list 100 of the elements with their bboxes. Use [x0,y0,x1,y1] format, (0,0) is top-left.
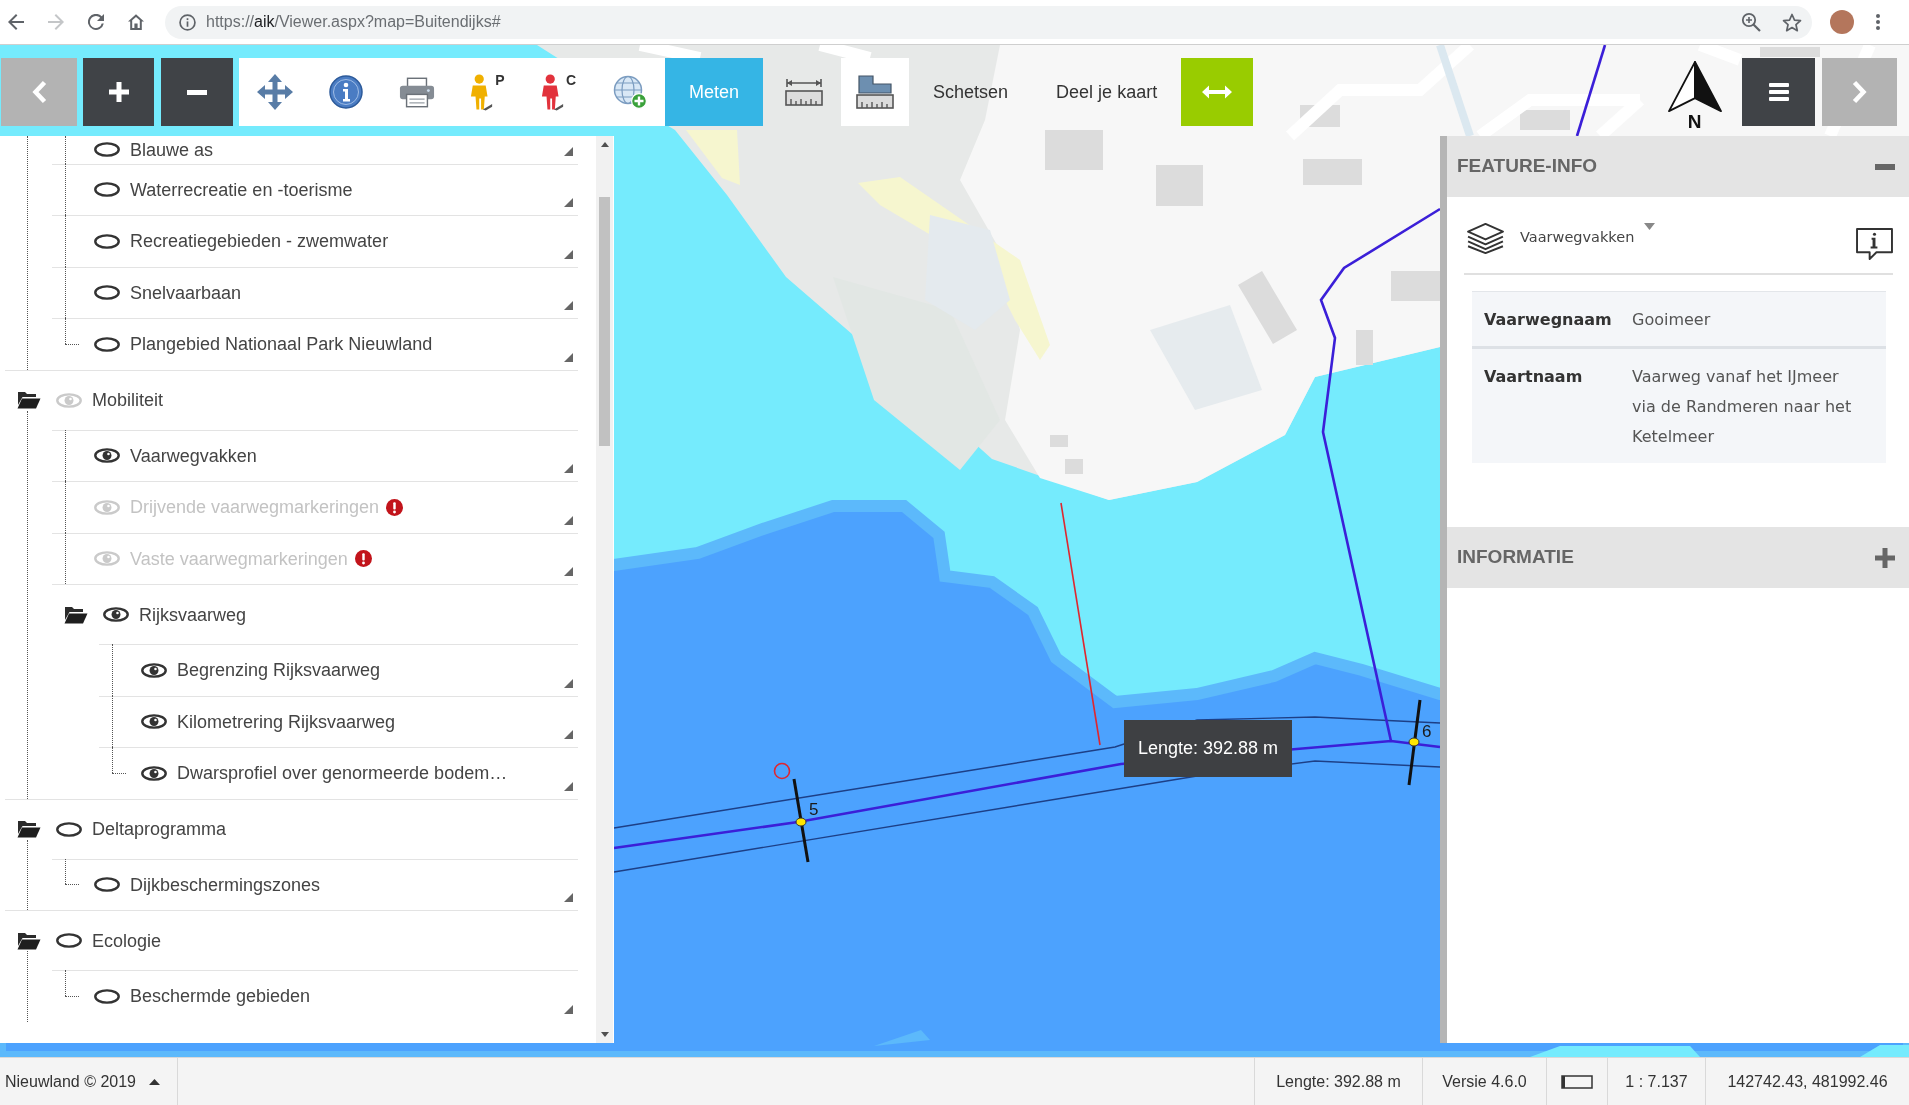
group-label[interactable]: Rijksvaarweg [139,603,247,626]
scrollbar-thumb[interactable] [599,197,610,446]
info-icon[interactable] [328,75,363,109]
panel-header[interactable]: INFORMATIE [1447,527,1909,588]
move-arrows-icon[interactable] [256,74,293,110]
building [1303,159,1362,185]
eye-icon[interactable] [141,765,167,781]
pan-tool-button[interactable] [239,58,310,126]
eye-icon[interactable] [56,933,82,948]
collapse-icon[interactable] [1875,163,1895,170]
eye-icon[interactable] [141,714,167,730]
eye-icon[interactable] [56,821,82,837]
folder-open-icon[interactable] [17,391,41,409]
menu-icon[interactable] [1768,83,1789,101]
add-layer-button[interactable] [594,58,665,126]
km-marker-icon [792,778,810,863]
panel-title: INFORMATIE [1457,545,1574,570]
panel-header[interactable]: FEATURE-INFO [1447,136,1909,197]
attribute-label: Vaartnaam [1472,347,1632,463]
layer-label[interactable]: Kilometrering Rijksvaarweg [177,710,396,733]
person-tool-button[interactable]: C [523,58,594,126]
copyright-text: Nieuwland © 2019 [5,1071,136,1092]
person-icon[interactable] [540,72,565,112]
group-label[interactable]: Deltaprogramma [92,818,227,840]
eye-icon[interactable] [94,877,120,893]
printer-icon[interactable] [398,76,435,108]
panel-title: FEATURE-INFO [1457,154,1598,179]
layer-label[interactable]: Blauwe as [130,138,214,161]
options-triangle-icon[interactable] [564,249,573,259]
layer-label[interactable]: Snelvaarbaan [130,281,242,304]
folder-open-icon[interactable] [64,605,88,624]
zoom-out-button[interactable] [161,58,233,126]
ruler-shape-icon[interactable] [856,75,895,109]
layer-dropdown[interactable]: Vaarwegvakken [1520,227,1656,249]
zoom-icon[interactable] [1741,12,1761,32]
globe-plus-icon[interactable] [612,75,647,109]
options-triangle-icon[interactable] [564,515,573,525]
folder-open-icon[interactable] [17,931,41,950]
eye-icon[interactable] [103,607,129,622]
scrollbar-track[interactable] [596,136,613,1043]
eye-icon[interactable] [94,233,120,249]
layer-label[interactable]: Waterrecreatie en -toerisme [130,178,353,201]
options-triangle-icon[interactable] [564,352,573,362]
scroll-up-icon[interactable] [600,142,609,147]
layer-label[interactable]: Recreatiegebieden - zwemwater [130,230,389,253]
building [1760,47,1820,57]
options-triangle-icon[interactable] [564,464,573,473]
menu-button[interactable] [1742,58,1815,126]
person-tool-button[interactable]: P [452,58,523,126]
minus-icon[interactable] [187,89,207,95]
group-label[interactable]: Ecologie [92,929,162,952]
caret-up-icon[interactable] [149,1078,160,1085]
info-bubble-icon[interactable] [1856,227,1893,261]
group-label[interactable]: Mobiliteit [92,389,164,411]
attribute-value: Vaarweg vanaf het IJmeer via de Randmeren naar het Ketelmeer [1632,347,1886,463]
layer-label[interactable]: Vaarwegvakken [130,444,257,467]
zoom-in-button[interactable] [83,58,154,126]
eye-icon[interactable] [141,662,167,678]
eye-icon[interactable] [94,182,120,198]
eye-icon[interactable] [94,448,120,464]
status-field: Versie 4.6.0 [1422,1058,1546,1105]
scroll-down-icon[interactable] [600,1032,609,1037]
expand-icon[interactable] [1875,547,1895,568]
eye-icon[interactable] [94,336,120,352]
site-info-icon[interactable] [179,13,196,31]
tool-button[interactable]: Deel je kaart [1032,58,1182,126]
scale-bar-icon [1561,1074,1593,1089]
more-menu-icon[interactable] [1876,14,1880,30]
layer-label[interactable]: Begrenzing Rijksvaarweg [177,659,381,682]
reload-icon[interactable] [88,14,104,30]
options-triangle-icon[interactable] [564,893,573,902]
folder-open-icon[interactable] [17,820,41,838]
plus-icon[interactable] [108,82,129,102]
avatar-icon[interactable] [1830,10,1854,34]
options-triangle-icon[interactable] [564,567,573,576]
options-triangle-icon[interactable] [564,1004,573,1014]
status-field: 142742.43, 481992.46 [1705,1058,1909,1105]
options-triangle-icon[interactable] [564,301,573,310]
building [1391,271,1440,301]
caret-down-icon[interactable] [1644,223,1656,231]
layer-label[interactable]: Beschermde gebieden [130,985,311,1008]
eye-icon[interactable] [94,285,120,301]
ruler-icon[interactable] [785,77,824,107]
options-triangle-icon[interactable] [564,678,573,688]
eye-icon[interactable] [94,988,120,1004]
layer-label[interactable]: Plangebied Nationaal Park Nieuwland [130,333,433,356]
address-bar[interactable]: https://aik/Viewer.aspx?map=Buitendijks# [165,5,1812,39]
bookmark-star-icon[interactable] [1782,12,1802,32]
layer-label[interactable]: Dwarsprofiel over genormeerde bodem… [177,762,508,785]
home-icon[interactable] [128,14,144,30]
options-triangle-icon[interactable] [564,730,573,739]
building [1520,110,1570,130]
options-triangle-icon[interactable] [564,198,573,207]
ruler-area-button[interactable] [841,58,910,126]
options-triangle-icon[interactable] [564,146,573,156]
layer-label[interactable]: Dijkbeschermingszones [130,873,321,896]
options-triangle-icon[interactable] [564,781,573,791]
tool-button[interactable]: Schetsen [909,58,1033,126]
back-arrow-icon[interactable] [8,14,24,30]
eye-icon[interactable] [94,142,120,158]
